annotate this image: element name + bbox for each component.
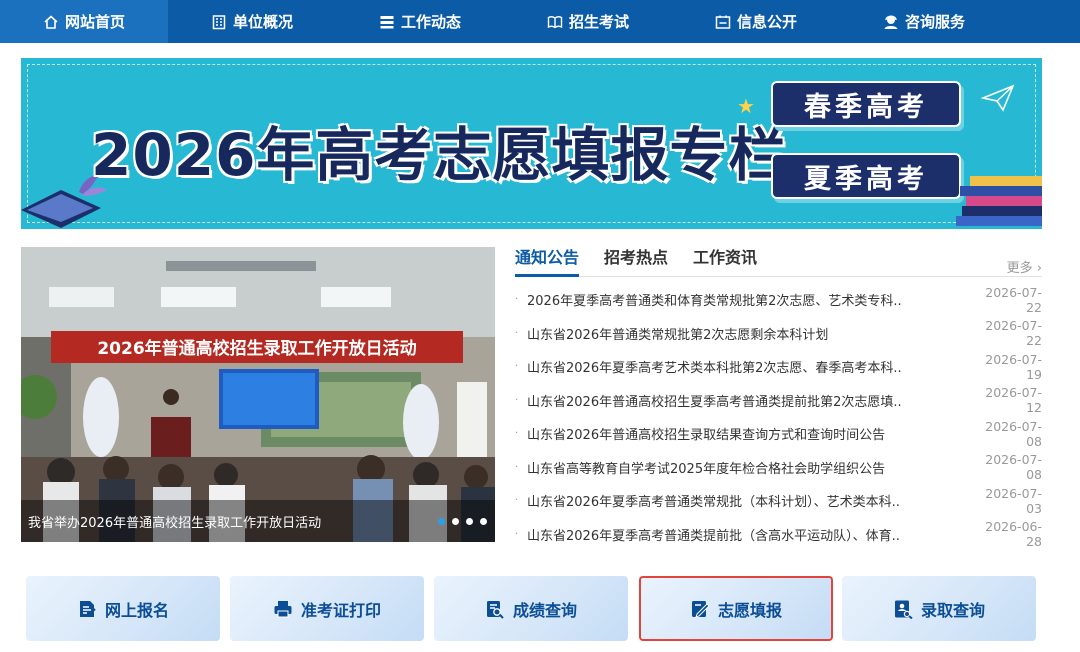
news-list: · 2026年夏季高考普通类和体育类常规批第2次志愿、艺术类专科.. 2026-07… bbox=[515, 283, 1042, 551]
bullet-icon: · bbox=[515, 428, 519, 440]
paper-plane-icon bbox=[981, 84, 1015, 112]
tab-notices[interactable]: 通知公告 bbox=[515, 247, 580, 277]
list-icon bbox=[380, 15, 394, 28]
list-item[interactable]: · 2026年夏季高考普通类和体育类常规批第2次志愿、艺术类专科.. 2026-07… bbox=[515, 283, 1042, 317]
news-panel: 通知公告 招考热点 工作资讯 更多 › · 2026年夏季高考普通类和体育类常规批… bbox=[515, 247, 1042, 549]
bullet-icon: · bbox=[515, 528, 519, 540]
news-date: 2026-07-12 bbox=[985, 385, 1042, 416]
home-icon bbox=[44, 14, 58, 29]
summer-exam-button[interactable]: 夏季高考 bbox=[771, 153, 961, 199]
top-nav: 网站首页 单位概况 工作动态 招生考试 信息公开 咨询服务 bbox=[0, 0, 1080, 43]
book-icon bbox=[547, 15, 563, 28]
register-icon bbox=[79, 600, 96, 617]
list-item[interactable]: · 山东省2026年夏季高考普通类常规批（本科计划）、艺术类本科.. 2026-07… bbox=[515, 484, 1042, 518]
more-label: 更多 bbox=[1006, 261, 1033, 276]
carousel-dot[interactable] bbox=[480, 518, 487, 525]
nav-label: 网站首页 bbox=[64, 13, 125, 31]
star-icon: ★ bbox=[737, 94, 755, 118]
nav-item-news[interactable]: 工作动态 bbox=[336, 0, 504, 43]
list-item[interactable]: · 山东省2026年夏季高考普通类提前批（含高水平运动队）、体育.. 2026-06… bbox=[515, 518, 1042, 552]
news-date: 2026-07-08 bbox=[985, 418, 1042, 449]
nav-label: 信息公开 bbox=[736, 13, 797, 31]
news-title[interactable]: 山东省2026年普通类常规批第2次志愿剩余本科计划 bbox=[527, 324, 972, 343]
news-title[interactable]: 2026年夏季高考普通类和体育类常规批第2次志愿、艺术类专科.. bbox=[527, 290, 972, 309]
carousel-dots bbox=[438, 518, 487, 525]
news-title[interactable]: 山东省2026年普通高校招生录取结果查询方式和查询时间公告 bbox=[527, 424, 972, 443]
news-title[interactable]: 山东省2026年夏季高考普通类提前批（含高水平运动队）、体育.. bbox=[527, 525, 972, 544]
news-title[interactable]: 山东省2026年夏季高考普通类常规批（本科计划）、艺术类本科.. bbox=[527, 491, 972, 510]
nav-label: 咨询服务 bbox=[904, 13, 965, 31]
list-item[interactable]: · 山东省2026年普通类常规批第2次志愿剩余本科计划 2026-07-22 bbox=[515, 317, 1042, 351]
admission-search-icon bbox=[894, 600, 913, 619]
tab-work-news[interactable]: 工作资讯 bbox=[693, 247, 757, 277]
news-date: 2026-07-22 bbox=[985, 284, 1042, 315]
carousel-dot[interactable] bbox=[438, 518, 445, 525]
banner-title: 2026年高考志愿填报专栏 bbox=[91, 121, 788, 189]
carousel-dot[interactable] bbox=[452, 518, 459, 525]
news-title[interactable]: 山东省2026年普通高校招生夏季高考普通类提前批第2次志愿填.. bbox=[527, 391, 972, 410]
nav-label: 招生考试 bbox=[568, 13, 629, 31]
info-box-icon bbox=[715, 15, 731, 29]
quick-link-scores[interactable]: 成绩查询 bbox=[434, 576, 628, 641]
list-item[interactable]: · 山东省2026年夏季高考艺术类本科批第2次志愿、春季高考本科.. 2026-07… bbox=[515, 350, 1042, 384]
quick-link-label: 网上报名 bbox=[104, 600, 169, 620]
more-link[interactable]: 更多 › bbox=[1007, 257, 1042, 276]
news-title[interactable]: 山东省高等教育自学考试2025年度年检合格社会助学组织公告 bbox=[527, 458, 972, 477]
photo-carousel[interactable]: 2026年普通高校招生录取工作开放日活动 我省举办2026年普通高校招生录取工作… bbox=[21, 247, 495, 542]
building-icon bbox=[212, 14, 226, 29]
quick-link-application[interactable]: 志愿填报 bbox=[639, 576, 833, 641]
quick-link-label: 准考证打印 bbox=[300, 600, 381, 620]
printer-icon bbox=[274, 600, 292, 617]
list-item[interactable]: · 山东省2026年普通高校招生夏季高考普通类提前批第2次志愿填.. 2026-07… bbox=[515, 384, 1042, 418]
quick-link-label: 成绩查询 bbox=[512, 600, 577, 620]
list-item[interactable]: · 山东省2026年普通高校招生录取结果查询方式和查询时间公告 2026-07-08 bbox=[515, 417, 1042, 451]
event-photo: 2026年普通高校招生录取工作开放日活动 bbox=[21, 247, 495, 542]
nav-label: 工作动态 bbox=[400, 13, 461, 31]
nav-item-disclosure[interactable]: 信息公开 bbox=[672, 0, 840, 43]
nav-label: 单位概况 bbox=[232, 13, 293, 31]
bullet-icon: · bbox=[515, 461, 519, 473]
carousel-dot[interactable] bbox=[466, 518, 473, 525]
news-title[interactable]: 山东省2026年夏季高考艺术类本科批第2次志愿、春季高考本科.. bbox=[527, 357, 972, 376]
nav-item-consult[interactable]: 咨询服务 bbox=[840, 0, 1008, 43]
quick-link-label: 录取查询 bbox=[920, 600, 985, 620]
quick-link-label: 志愿填报 bbox=[717, 600, 782, 620]
quick-link-admission-result[interactable]: 录取查询 bbox=[842, 576, 1036, 641]
quick-link-admission-ticket[interactable]: 准考证打印 bbox=[230, 576, 424, 641]
bullet-icon: · bbox=[515, 394, 519, 406]
nav-item-home[interactable]: 网站首页 bbox=[0, 0, 168, 43]
books-illustration bbox=[956, 176, 1042, 226]
user-service-icon bbox=[884, 15, 898, 29]
carousel-caption[interactable]: 我省举办2026年普通高校招生录取工作开放日活动 bbox=[21, 500, 495, 542]
news-date: 2026-06-28 bbox=[985, 519, 1042, 550]
bullet-icon: · bbox=[515, 495, 519, 507]
list-item[interactable]: · 山东省高等教育自学考试2025年度年检合格社会助学组织公告 2026-07-08 bbox=[515, 451, 1042, 485]
news-date: 2026-07-08 bbox=[985, 452, 1042, 483]
spring-exam-button[interactable]: 春季高考 bbox=[771, 81, 961, 127]
nav-item-exams[interactable]: 招生考试 bbox=[504, 0, 672, 43]
news-date: 2026-07-03 bbox=[985, 485, 1042, 516]
photo-banner-text: 2026年普通高校招生录取工作开放日活动 bbox=[97, 338, 416, 359]
bullet-icon: · bbox=[515, 294, 519, 306]
news-tabs: 通知公告 招考热点 工作资讯 更多 › bbox=[515, 247, 1042, 277]
score-search-icon bbox=[486, 600, 504, 619]
tab-hot-topics[interactable]: 招考热点 bbox=[604, 247, 668, 277]
nav-item-about[interactable]: 单位概况 bbox=[168, 0, 336, 43]
bullet-icon: · bbox=[515, 327, 519, 339]
news-date: 2026-07-22 bbox=[985, 318, 1042, 349]
bullet-icon: · bbox=[515, 361, 519, 373]
edit-form-icon bbox=[691, 600, 710, 618]
chevron-right-icon: › bbox=[1032, 261, 1042, 276]
quick-link-register[interactable]: 网上报名 bbox=[26, 576, 220, 641]
admission-banner[interactable]: 2026年高考志愿填报专栏 ★ 春季高考 夏季高考 bbox=[21, 58, 1042, 229]
news-date: 2026-07-19 bbox=[985, 351, 1042, 382]
